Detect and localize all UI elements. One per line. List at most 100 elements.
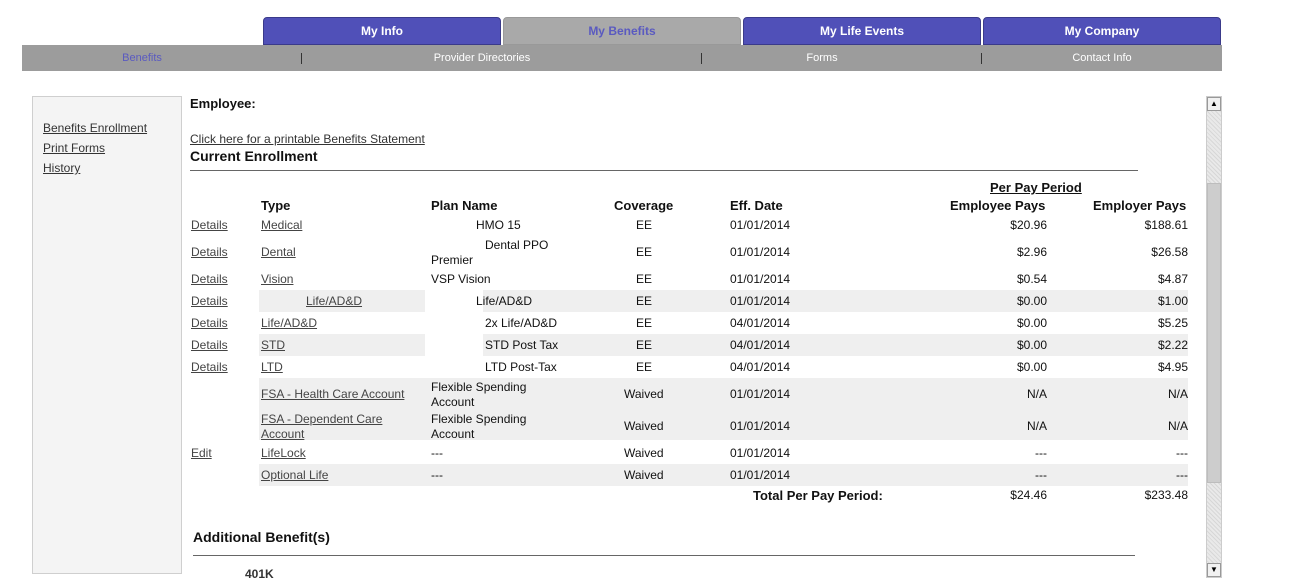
column-header-employee-pays: Employee Pays [950, 198, 1046, 213]
scrollbar-thumb[interactable] [1207, 183, 1221, 483]
eff-date-value: 01/01/2014 [730, 294, 791, 308]
sub-navigation: Benefits Provider Directories Forms Cont… [22, 45, 1222, 71]
plan-name-line2: Account [431, 395, 475, 409]
details-link[interactable]: Details [191, 316, 228, 330]
plan-name: 2x Life/AD&D [485, 316, 558, 330]
eff-date-value: 01/01/2014 [730, 446, 791, 460]
subnav-forms[interactable]: Forms [702, 45, 942, 71]
eff-date-value: 01/01/2014 [730, 218, 791, 232]
employee-pays-value: --- [1035, 446, 1047, 460]
employer-pays-value: $4.95 [1157, 360, 1188, 374]
left-sidebar: Benefits Enrollment Print Forms History [32, 96, 182, 574]
subnav-divider [301, 53, 302, 64]
coverage-value: Waived [624, 387, 664, 401]
benefit-type-link[interactable]: Medical [261, 218, 302, 232]
employee-pays-value: N/A [1026, 387, 1047, 401]
benefit-type-link[interactable]: Optional Life [261, 468, 328, 482]
edit-link[interactable]: Edit [191, 446, 212, 460]
employee-label: Employee: [190, 96, 256, 111]
details-link[interactable]: Details [191, 218, 228, 232]
employer-pays-value: $26.58 [1151, 245, 1188, 259]
employee-pays-value: $0.00 [1016, 294, 1047, 308]
benefit-type-link[interactable]: Life/AD&D [306, 294, 362, 308]
employee-pays-value: --- [1035, 468, 1047, 482]
plan-name: Flexible Spending [431, 380, 527, 394]
benefit-type-link[interactable]: Vision [261, 272, 293, 286]
employer-pays-value: --- [1176, 446, 1188, 460]
column-header-type: Type [261, 198, 291, 213]
employee-pays-value: $0.54 [1016, 272, 1047, 286]
printable-statement-link[interactable]: Click here for a printable Benefits Stat… [190, 132, 425, 146]
benefit-type-link[interactable]: Life/AD&D [261, 316, 317, 330]
subnav-contact-info[interactable]: Contact Info [982, 45, 1222, 71]
employee-pays-value: $0.00 [1016, 360, 1047, 374]
coverage-value: EE [636, 360, 653, 374]
row-shade [483, 334, 1188, 356]
coverage-value: Waived [624, 419, 664, 433]
employer-pays-value: $2.22 [1157, 338, 1188, 352]
scroll-up-icon[interactable]: ▲ [1207, 97, 1221, 111]
plan-name: Flexible Spending [431, 412, 527, 426]
coverage-value: EE [636, 272, 653, 286]
column-header-eff-date: Eff. Date [730, 198, 783, 213]
coverage-value: EE [636, 294, 653, 308]
scroll-down-icon[interactable]: ▼ [1207, 563, 1221, 577]
column-header-coverage: Coverage [614, 198, 674, 213]
benefit-type-link[interactable]: FSA - Dependent Care [261, 412, 382, 426]
employee-pays-value: $20.96 [1010, 218, 1047, 232]
plan-name-line2: Account [431, 427, 475, 441]
benefit-type-link[interactable]: LTD [261, 360, 283, 374]
column-header-employer-pays: Employer Pays [1093, 198, 1187, 213]
eff-date-value: 01/01/2014 [730, 419, 791, 433]
benefit-type-link[interactable]: FSA - Health Care Account [261, 387, 404, 401]
eff-date-value: 04/01/2014 [730, 316, 791, 330]
subnav-benefits[interactable]: Benefits [22, 45, 262, 71]
details-link[interactable]: Details [191, 245, 228, 259]
additional-benefit-401k: 401K [245, 567, 274, 581]
tab-my-benefits[interactable]: My Benefits [503, 17, 741, 45]
employee-pays-value: $2.96 [1016, 245, 1047, 259]
additional-benefits-title: Additional Benefit(s) [193, 529, 330, 545]
plan-name: STD Post Tax [485, 338, 559, 352]
subnav-provider-directories[interactable]: Provider Directories [322, 45, 642, 71]
plan-name-line2: Premier [431, 253, 474, 267]
sidebar-item-benefits-enrollment[interactable]: Benefits Enrollment [43, 121, 147, 135]
current-enrollment-title: Current Enrollment [190, 148, 318, 164]
benefit-type-link[interactable]: LifeLock [261, 446, 306, 460]
total-employee-pays: $24.46 [1010, 488, 1047, 502]
coverage-value: EE [636, 338, 653, 352]
sidebar-item-print-forms[interactable]: Print Forms [43, 141, 105, 155]
benefit-type-link[interactable]: STD [261, 338, 285, 352]
details-link[interactable]: Details [191, 272, 228, 286]
details-link[interactable]: Details [191, 338, 228, 352]
benefit-type-link[interactable]: Dental [261, 245, 296, 259]
benefit-type-link-line2[interactable]: Account [261, 427, 304, 441]
plan-name: HMO 15 [476, 218, 521, 232]
coverage-value: EE [636, 316, 653, 330]
details-link[interactable]: Details [191, 360, 228, 374]
tab-my-company[interactable]: My Company [983, 17, 1221, 45]
employer-pays-value: --- [1176, 468, 1188, 482]
employee-pays-value: $0.00 [1016, 316, 1047, 330]
eff-date-value: 01/01/2014 [730, 272, 791, 286]
vertical-scrollbar[interactable]: ▲ ▼ [1206, 96, 1222, 578]
employer-pays-value: N/A [1167, 419, 1188, 433]
tab-my-info[interactable]: My Info [263, 17, 501, 45]
employer-pays-value: $4.87 [1157, 272, 1188, 286]
plan-name: Life/AD&D [476, 294, 533, 308]
employer-pays-value: N/A [1167, 387, 1188, 401]
total-per-pay-period-label: Total Per Pay Period: [753, 488, 883, 503]
details-link[interactable]: Details [191, 294, 228, 308]
sidebar-item-history[interactable]: History [43, 161, 80, 175]
employee-pays-value: $0.00 [1016, 338, 1047, 352]
plan-name: LTD Post-Tax [485, 360, 557, 374]
employee-pays-value: N/A [1026, 419, 1047, 433]
plan-name: --- [431, 468, 443, 482]
top-tabs: My Info My Benefits My Life Events My Co… [263, 17, 1223, 45]
plan-name: Dental PPO [485, 238, 549, 252]
eff-date-value: 01/01/2014 [730, 468, 791, 482]
coverage-value: Waived [624, 468, 664, 482]
column-header-plan-name: Plan Name [431, 198, 498, 213]
row-shade [259, 464, 1188, 486]
tab-my-life-events[interactable]: My Life Events [743, 17, 981, 45]
